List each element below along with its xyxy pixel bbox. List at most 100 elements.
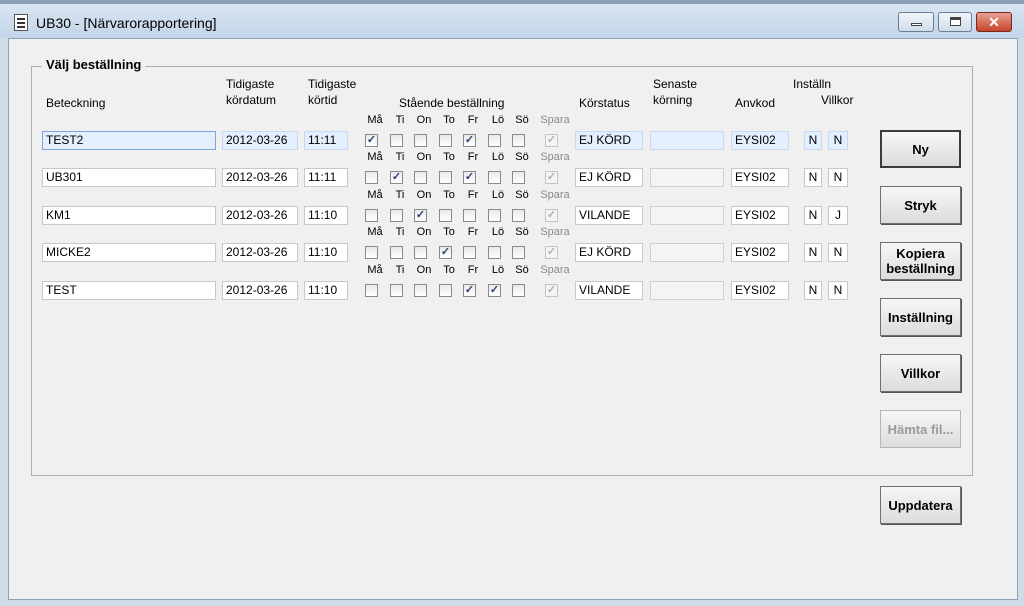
villkor-field[interactable]: N bbox=[828, 131, 848, 150]
close-button[interactable]: ✕ bbox=[976, 12, 1012, 32]
anvkod-field[interactable]: EYSI02 bbox=[731, 281, 789, 300]
maximize-button[interactable] bbox=[938, 12, 972, 32]
day-checkbox-0[interactable] bbox=[365, 284, 378, 297]
day-checkbox-4[interactable]: ✓ bbox=[463, 134, 476, 147]
day-checkbox-3[interactable] bbox=[439, 209, 452, 222]
day-checkbox-5[interactable] bbox=[488, 209, 501, 222]
kordatum-field[interactable]: 2012-03-26 bbox=[222, 243, 298, 262]
kortid-field[interactable]: 11:10 bbox=[304, 243, 348, 262]
kortid-field[interactable]: 11:10 bbox=[304, 281, 348, 300]
villkor-field[interactable]: N bbox=[828, 281, 848, 300]
installn-field[interactable]: N bbox=[804, 281, 822, 300]
anvkod-field[interactable]: EYSI02 bbox=[731, 131, 789, 150]
day-checkbox-2[interactable] bbox=[414, 284, 427, 297]
beteckning-field[interactable]: KM1 bbox=[42, 206, 216, 225]
villkor-button[interactable]: Villkor bbox=[880, 354, 961, 392]
day-checkbox-5[interactable] bbox=[488, 171, 501, 184]
korstatus-field[interactable]: VILANDE bbox=[575, 206, 643, 225]
day-checkbox-3[interactable] bbox=[439, 134, 452, 147]
spara-checkbox: ✓ bbox=[545, 171, 558, 184]
kortid-field[interactable]: 11:11 bbox=[304, 131, 348, 150]
kordatum-field[interactable]: 2012-03-26 bbox=[222, 168, 298, 187]
kortid-field[interactable]: 11:11 bbox=[304, 168, 348, 187]
day-checkbox-6[interactable] bbox=[512, 134, 525, 147]
day-checkbox-6[interactable] bbox=[512, 246, 525, 259]
day-label-0: Må bbox=[367, 114, 383, 126]
beteckning-field[interactable]: UB301 bbox=[42, 168, 216, 187]
senaste-korning-field[interactable] bbox=[650, 243, 724, 262]
hamta-fil-button[interactable]: Hämta fil... bbox=[880, 410, 961, 448]
day-checkbox-2[interactable] bbox=[414, 171, 427, 184]
day-checkbox-0[interactable] bbox=[365, 246, 378, 259]
uppdatera-button[interactable]: Uppdatera bbox=[880, 486, 961, 524]
day-checkbox-4[interactable]: ✓ bbox=[463, 171, 476, 184]
senaste-korning-field[interactable] bbox=[650, 206, 724, 225]
window-title: UB30 - [Närvarorapportering] bbox=[36, 15, 217, 31]
day-checkbox-2[interactable]: ✓ bbox=[414, 209, 427, 222]
korstatus-field[interactable]: EJ KÖRD bbox=[575, 243, 643, 262]
day-checkbox-5[interactable] bbox=[488, 134, 501, 147]
minimize-button[interactable] bbox=[898, 12, 934, 32]
senaste-korning-field[interactable] bbox=[650, 131, 724, 150]
day-checkbox-4[interactable]: ✓ bbox=[463, 284, 476, 297]
day-label-3: To bbox=[443, 114, 455, 126]
beteckning-field[interactable]: TEST2 bbox=[42, 131, 216, 150]
kopiera-bestallning-button[interactable]: Kopiera beställning bbox=[880, 242, 961, 280]
header-tidigaste-kordatum-line1: Tidigaste bbox=[226, 77, 275, 91]
day-checkbox-5[interactable]: ✓ bbox=[488, 284, 501, 297]
day-checkbox-2[interactable] bbox=[414, 134, 427, 147]
korstatus-field[interactable]: EJ KÖRD bbox=[575, 131, 643, 150]
korstatus-field[interactable]: EJ KÖRD bbox=[575, 168, 643, 187]
installning-button[interactable]: Inställning bbox=[880, 298, 961, 336]
senaste-korning-field[interactable] bbox=[650, 281, 724, 300]
villkor-field[interactable]: J bbox=[828, 206, 848, 225]
header-anvkod: Anvkod bbox=[735, 96, 776, 110]
senaste-korning-field[interactable] bbox=[650, 168, 724, 187]
day-checkbox-1[interactable] bbox=[390, 246, 403, 259]
villkor-field[interactable]: N bbox=[828, 168, 848, 187]
installn-field[interactable]: N bbox=[804, 206, 822, 225]
kortid-field[interactable]: 11:10 bbox=[304, 206, 348, 225]
beteckning-field[interactable]: MICKE2 bbox=[42, 243, 216, 262]
ny-button-label: Ny bbox=[912, 141, 929, 157]
day-checkbox-1[interactable] bbox=[390, 209, 403, 222]
installn-field[interactable]: N bbox=[804, 243, 822, 262]
stryk-button[interactable]: Stryk bbox=[880, 186, 961, 224]
day-label-6: Sö bbox=[515, 114, 529, 126]
day-checkbox-4[interactable] bbox=[463, 209, 476, 222]
header-tidigaste-kordatum-line2: kördatum bbox=[226, 93, 277, 107]
day-checkbox-0[interactable] bbox=[365, 209, 378, 222]
kordatum-field[interactable]: 2012-03-26 bbox=[222, 131, 298, 150]
day-label-3: To bbox=[443, 151, 455, 163]
day-label-1: Ti bbox=[395, 151, 405, 163]
day-checkbox-6[interactable] bbox=[512, 171, 525, 184]
beteckning-field[interactable]: TEST bbox=[42, 281, 216, 300]
ny-button[interactable]: Ny bbox=[880, 130, 961, 168]
day-checkbox-0[interactable]: ✓ bbox=[365, 134, 378, 147]
day-checkbox-5[interactable] bbox=[488, 246, 501, 259]
day-checkbox-6[interactable] bbox=[512, 284, 525, 297]
kordatum-field[interactable]: 2012-03-26 bbox=[222, 281, 298, 300]
installn-field[interactable]: N bbox=[804, 168, 822, 187]
anvkod-field[interactable]: EYSI02 bbox=[731, 243, 789, 262]
day-checkbox-2[interactable] bbox=[414, 246, 427, 259]
day-checkbox-1[interactable] bbox=[390, 134, 403, 147]
day-checkbox-3[interactable]: ✓ bbox=[439, 246, 452, 259]
anvkod-field[interactable]: EYSI02 bbox=[731, 206, 789, 225]
day-checkbox-6[interactable] bbox=[512, 209, 525, 222]
villkor-field[interactable]: N bbox=[828, 243, 848, 262]
korstatus-field[interactable]: VILANDE bbox=[575, 281, 643, 300]
day-checkbox-4[interactable] bbox=[463, 246, 476, 259]
day-checkbox-1[interactable] bbox=[390, 284, 403, 297]
day-checkbox-0[interactable] bbox=[365, 171, 378, 184]
header-korstatus: Körstatus bbox=[579, 96, 630, 110]
day-checkbox-3[interactable] bbox=[439, 171, 452, 184]
installn-field[interactable]: N bbox=[804, 131, 822, 150]
anvkod-field[interactable]: EYSI02 bbox=[731, 168, 789, 187]
day-checkbox-3[interactable] bbox=[439, 284, 452, 297]
day-checkbox-1[interactable]: ✓ bbox=[390, 171, 403, 184]
day-label-6: Sö bbox=[515, 189, 529, 201]
spara-label: Spara bbox=[540, 114, 570, 126]
kordatum-field[interactable]: 2012-03-26 bbox=[222, 206, 298, 225]
villkor-button-label: Villkor bbox=[900, 365, 941, 381]
